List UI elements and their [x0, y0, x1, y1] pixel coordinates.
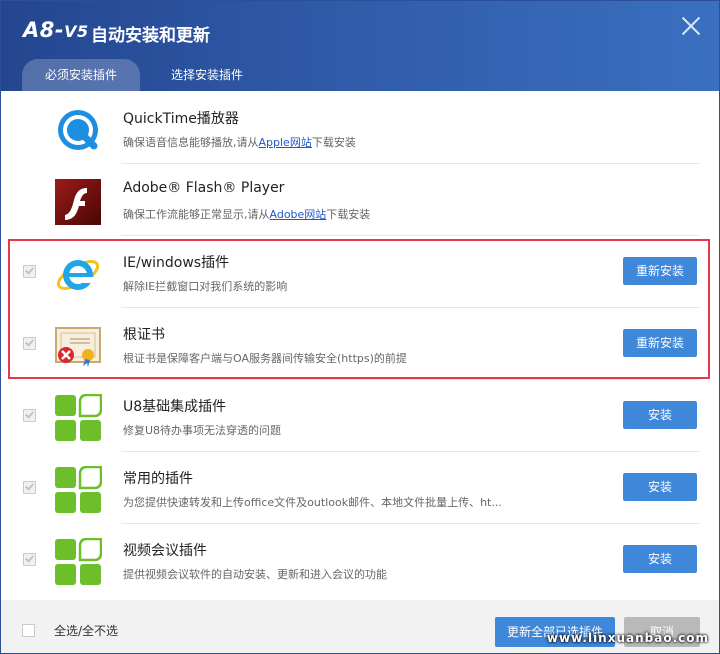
- plugin-row-common: 常用的插件 为您提供快速转发和上传office文件及outlook邮件、本地文件…: [1, 452, 719, 524]
- plugin-row-flash: Adobe® Flash® Player 确保工作流能够正常显示,请从Adobe…: [1, 164, 719, 236]
- install-button[interactable]: 安装: [623, 401, 697, 429]
- plugin-checkbox[interactable]: [23, 409, 36, 422]
- install-dialog: A8-V5 自动安装和更新 必须安装插件 选择安装插件 QuickTime播放器…: [0, 0, 720, 654]
- plugin-icon: [55, 394, 102, 441]
- plugin-title: 常用的插件: [123, 471, 193, 487]
- apple-site-link[interactable]: Apple网站: [259, 136, 312, 149]
- plugin-title: Adobe® Flash® Player: [123, 180, 285, 196]
- install-button[interactable]: 安装: [623, 545, 697, 573]
- tab-required-plugins[interactable]: 必须安装插件: [22, 59, 141, 91]
- plugin-description: 确保语音信息能够播放,请从Apple网站下载安装: [123, 136, 356, 149]
- quicktime-icon: [58, 110, 98, 150]
- dialog-title: 自动安装和更新: [91, 26, 210, 46]
- highlight-box: [8, 239, 710, 379]
- plugin-title: QuickTime播放器: [123, 111, 239, 127]
- plugin-checkbox[interactable]: [23, 553, 36, 566]
- plugin-description: 确保工作流能够正常显示,请从Adobe网站下载安装: [123, 208, 371, 221]
- close-icon[interactable]: [679, 14, 703, 38]
- plugin-title: 视频会议插件: [123, 543, 207, 559]
- dialog-footer: 全选/全不选 更新全部已选插件 取消 www.linxuanbao.com: [1, 600, 719, 653]
- a8-logo: A8-V5: [23, 18, 89, 42]
- select-all-label[interactable]: 全选/全不选: [54, 622, 118, 639]
- plugin-row-video-conference: 视频会议插件 提供视频会议软件的自动安装、更新和进入会议的功能 安装: [1, 524, 719, 596]
- plugin-checkbox[interactable]: [23, 481, 36, 494]
- tab-bar: 必须安装插件 选择安装插件: [22, 59, 274, 91]
- plugin-description: 为您提供快速转发和上传office文件及outlook邮件、本地文件批量上传、h…: [123, 496, 502, 509]
- tab-optional-plugins[interactable]: 选择安装插件: [148, 59, 266, 91]
- adobe-site-link[interactable]: Adobe网站: [270, 208, 327, 221]
- plugin-icon: [55, 538, 102, 585]
- plugin-description: 提供视频会议软件的自动安装、更新和进入会议的功能: [123, 568, 387, 581]
- install-button[interactable]: 安装: [623, 473, 697, 501]
- plugin-description: 修复U8待办事项无法穿透的问题: [123, 424, 282, 437]
- plugin-icon: [55, 466, 102, 513]
- select-all-checkbox[interactable]: [22, 624, 35, 637]
- dialog-header: A8-V5 自动安装和更新 必须安装插件 选择安装插件: [1, 1, 719, 91]
- plugin-row-quicktime: QuickTime播放器 确保语音信息能够播放,请从Apple网站下载安装: [1, 92, 719, 164]
- watermark: www.linxuanbao.com: [546, 631, 709, 645]
- flash-icon: [55, 179, 101, 225]
- plugin-row-u8: U8基础集成插件 修复U8待办事项无法穿透的问题 安装: [1, 380, 719, 452]
- plugin-title: U8基础集成插件: [123, 399, 227, 415]
